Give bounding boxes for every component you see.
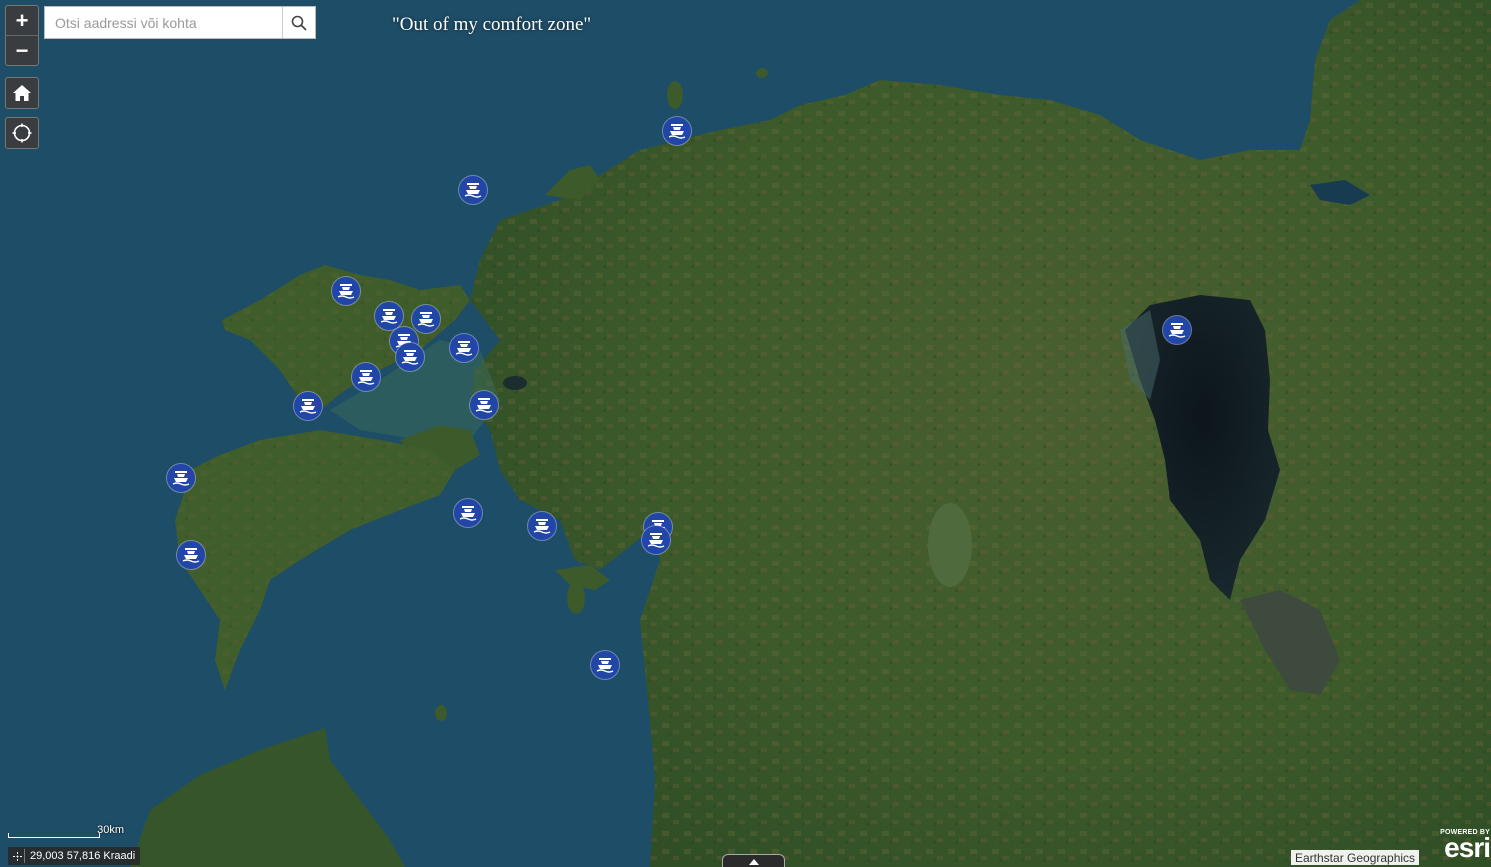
expand-panel-button[interactable] [722,854,785,867]
small-island [756,68,768,78]
small-island [435,705,447,721]
search-widget [44,6,316,39]
ship-marker[interactable] [453,498,483,528]
ship-marker[interactable] [1162,315,1192,345]
scale-bar-label: 30km [97,824,124,836]
home-button[interactable] [5,77,39,109]
ship-marker[interactable] [458,175,488,205]
zoom-control: + − [5,5,39,66]
small-island [667,81,683,109]
ship-marker[interactable] [469,390,499,420]
zoom-in-button[interactable]: + [6,6,38,35]
lake-vortsjarv [928,503,972,587]
esri-logo[interactable]: POWERED BY esri [1438,829,1491,865]
scale-bar-line [8,833,100,838]
lake-small [503,376,527,390]
esri-logo-text: esri [1444,832,1491,863]
ship-marker[interactable] [374,301,404,331]
search-input[interactable] [45,7,282,38]
locate-button[interactable] [5,117,39,149]
scale-bar: 30km [8,824,124,838]
coordinate-readout[interactable]: 29,003 57,816 Kraadi [8,847,141,865]
zoom-out-button[interactable]: − [6,35,38,65]
ship-marker[interactable] [449,333,479,363]
ship-marker[interactable] [166,463,196,493]
ship-marker[interactable] [351,362,381,392]
ship-marker[interactable] [641,525,671,555]
ship-marker[interactable] [527,511,557,541]
ship-marker[interactable] [293,391,323,421]
map-title: "Out of my comfort zone" [392,14,592,35]
search-icon [291,15,307,31]
search-button[interactable] [282,7,315,38]
ship-marker[interactable] [662,116,692,146]
map-attribution: Earthstar Geographics [1291,850,1420,865]
home-icon [13,85,31,101]
map-view[interactable] [0,0,1491,867]
ship-marker[interactable] [331,276,361,306]
ship-marker[interactable] [176,540,206,570]
chevron-up-icon [748,859,759,865]
crosshair-icon [10,849,25,863]
coordinate-text: 29,003 57,816 Kraadi [30,850,136,862]
locate-icon [12,123,32,143]
ship-marker[interactable] [590,650,620,680]
ship-marker[interactable] [395,342,425,372]
ship-marker[interactable] [411,304,441,334]
